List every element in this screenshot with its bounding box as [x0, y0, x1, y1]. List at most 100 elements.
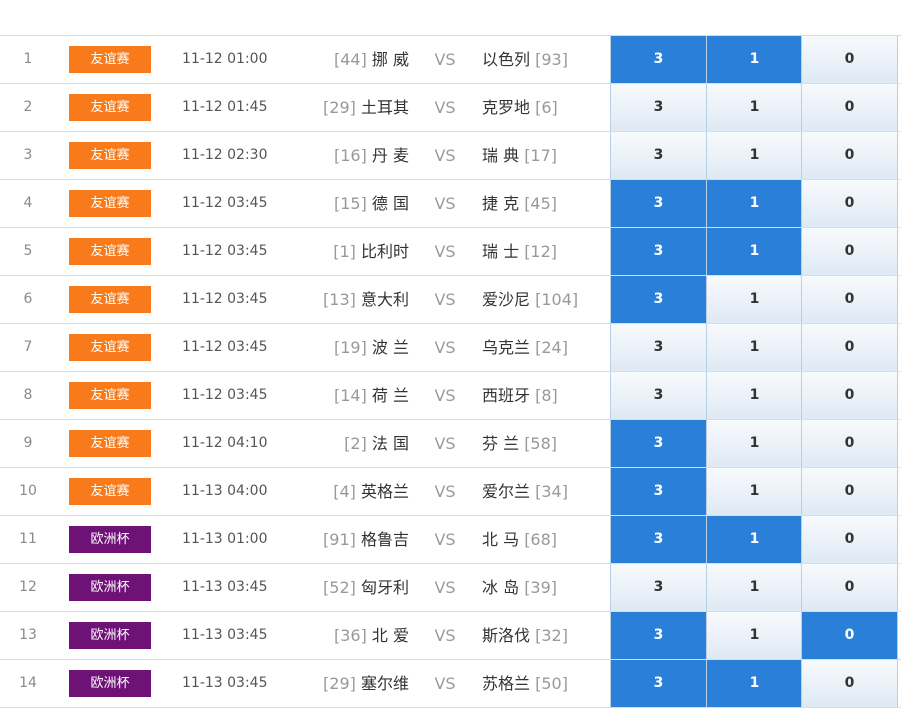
away-team-rank: [12]: [524, 242, 558, 261]
match-index: 10: [19, 483, 37, 499]
away-team[interactable]: 以色列 [93]: [482, 36, 568, 83]
home-team[interactable]: [1] 比利时: [333, 228, 409, 275]
away-team[interactable]: 北 马 [68]: [482, 516, 557, 563]
draw-option-button[interactable]: 1: [706, 612, 802, 659]
away-team-rank: [17]: [524, 146, 558, 165]
league-badge[interactable]: 欧洲杯: [69, 574, 151, 601]
league-badge[interactable]: 欧洲杯: [69, 622, 151, 649]
league-badge[interactable]: 友谊赛: [69, 238, 151, 265]
league-badge[interactable]: 欧洲杯: [69, 526, 151, 553]
away-team-name: 乌克兰: [482, 338, 531, 357]
home-team-name: 格鲁吉: [360, 530, 409, 549]
away-team[interactable]: 苏格兰 [50]: [482, 660, 568, 707]
away-team-name: 瑞 士: [482, 242, 520, 261]
away-team-rank: [24]: [535, 338, 568, 357]
loss-option-button[interactable]: 0: [801, 84, 898, 131]
draw-option-button[interactable]: 1: [706, 324, 802, 371]
draw-option-button[interactable]: 1: [706, 564, 802, 611]
win-option-button[interactable]: 3: [610, 420, 706, 467]
league-badge[interactable]: 友谊赛: [69, 430, 151, 457]
draw-option-button[interactable]: 1: [706, 84, 802, 131]
home-team[interactable]: [14] 荷 兰: [334, 372, 409, 419]
draw-option-button[interactable]: 1: [706, 228, 802, 275]
loss-option-button[interactable]: 0: [801, 324, 898, 371]
league-badge[interactable]: 友谊赛: [69, 46, 151, 73]
home-team-rank: [29]: [323, 98, 356, 117]
league-badge[interactable]: 友谊赛: [69, 94, 151, 121]
win-option-button[interactable]: 3: [610, 468, 706, 515]
home-team[interactable]: [15] 德 国: [334, 180, 409, 227]
match-row: 14 欧洲杯 11-13 03:45 [29] 塞尔维 VS 苏格兰 [50] 3 1 0: [0, 660, 901, 708]
loss-option-button[interactable]: 0: [801, 132, 898, 179]
loss-option-button[interactable]: 0: [801, 420, 898, 467]
draw-option-button[interactable]: 1: [706, 276, 802, 323]
league-badge[interactable]: 欧洲杯: [69, 670, 151, 697]
win-option-button[interactable]: 3: [610, 180, 706, 227]
league-badge[interactable]: 友谊赛: [69, 382, 151, 409]
loss-option-button[interactable]: 0: [801, 180, 898, 227]
league-badge[interactable]: 友谊赛: [69, 334, 151, 361]
draw-option-button[interactable]: 1: [706, 468, 802, 515]
home-team-name: 荷 兰: [371, 386, 409, 405]
home-team-rank: [14]: [333, 386, 367, 405]
draw-option-button[interactable]: 1: [706, 132, 802, 179]
away-team[interactable]: 爱沙尼 [104]: [482, 276, 578, 323]
win-option-button[interactable]: 3: [610, 660, 706, 707]
away-team[interactable]: 捷 克 [45]: [482, 180, 557, 227]
league-badge[interactable]: 友谊赛: [69, 286, 151, 313]
win-option-button[interactable]: 3: [610, 564, 706, 611]
win-option-button[interactable]: 3: [610, 228, 706, 275]
vs-label: VS: [434, 146, 456, 165]
away-team[interactable]: 乌克兰 [24]: [482, 324, 568, 371]
win-option-button[interactable]: 3: [610, 516, 706, 563]
away-team[interactable]: 西班牙 [8]: [482, 372, 558, 419]
home-team[interactable]: [29] 塞尔维: [323, 660, 409, 707]
home-team[interactable]: [19] 波 兰: [334, 324, 409, 371]
win-option-button[interactable]: 3: [610, 276, 706, 323]
away-team-rank: [39]: [524, 578, 558, 597]
draw-option-button[interactable]: 1: [706, 420, 802, 467]
away-team[interactable]: 瑞 士 [12]: [482, 228, 557, 275]
league-badge[interactable]: 友谊赛: [69, 190, 151, 217]
loss-option-button[interactable]: 0: [801, 36, 898, 83]
home-team[interactable]: [2] 法 国: [344, 420, 409, 467]
away-team[interactable]: 瑞 典 [17]: [482, 132, 557, 179]
draw-option-button[interactable]: 1: [706, 180, 802, 227]
win-option-button[interactable]: 3: [610, 132, 706, 179]
away-team[interactable]: 冰 岛 [39]: [482, 564, 557, 611]
loss-option-button[interactable]: 0: [801, 564, 898, 611]
away-team[interactable]: 芬 兰 [58]: [482, 420, 557, 467]
home-team[interactable]: [16] 丹 麦: [334, 132, 409, 179]
draw-option-button[interactable]: 1: [706, 516, 802, 563]
win-option-button[interactable]: 3: [610, 372, 706, 419]
away-team[interactable]: 斯洛伐 [32]: [482, 612, 568, 659]
home-team[interactable]: [29] 土耳其: [323, 84, 409, 131]
league-badge[interactable]: 友谊赛: [69, 478, 151, 505]
loss-option-button[interactable]: 0: [801, 660, 898, 707]
home-team[interactable]: [91] 格鲁吉: [323, 516, 409, 563]
loss-option-button[interactable]: 0: [801, 516, 898, 563]
away-team-rank: [32]: [535, 626, 568, 645]
win-option-button[interactable]: 3: [610, 84, 706, 131]
home-team[interactable]: [44] 挪 威: [334, 36, 409, 83]
loss-option-button[interactable]: 0: [801, 228, 898, 275]
loss-option-button[interactable]: 0: [801, 276, 898, 323]
loss-option-button[interactable]: 0: [801, 468, 898, 515]
win-option-button[interactable]: 3: [610, 36, 706, 83]
draw-option-button[interactable]: 1: [706, 36, 802, 83]
away-team[interactable]: 克罗地 [6]: [482, 84, 558, 131]
home-team[interactable]: [52] 匈牙利: [323, 564, 409, 611]
league-badge[interactable]: 友谊赛: [69, 142, 151, 169]
loss-option-button[interactable]: 0: [801, 612, 898, 659]
home-team[interactable]: [36] 北 爱: [334, 612, 409, 659]
draw-option-button[interactable]: 1: [706, 660, 802, 707]
draw-option-button[interactable]: 1: [706, 372, 802, 419]
win-option-button[interactable]: 3: [610, 324, 706, 371]
loss-option-button[interactable]: 0: [801, 372, 898, 419]
away-team[interactable]: 爱尔兰 [34]: [482, 468, 568, 515]
home-team[interactable]: [13] 意大利: [323, 276, 409, 323]
match-index: 5: [23, 243, 33, 259]
vs-label: VS: [434, 434, 456, 453]
win-option-button[interactable]: 3: [610, 612, 706, 659]
home-team[interactable]: [4] 英格兰: [333, 468, 409, 515]
